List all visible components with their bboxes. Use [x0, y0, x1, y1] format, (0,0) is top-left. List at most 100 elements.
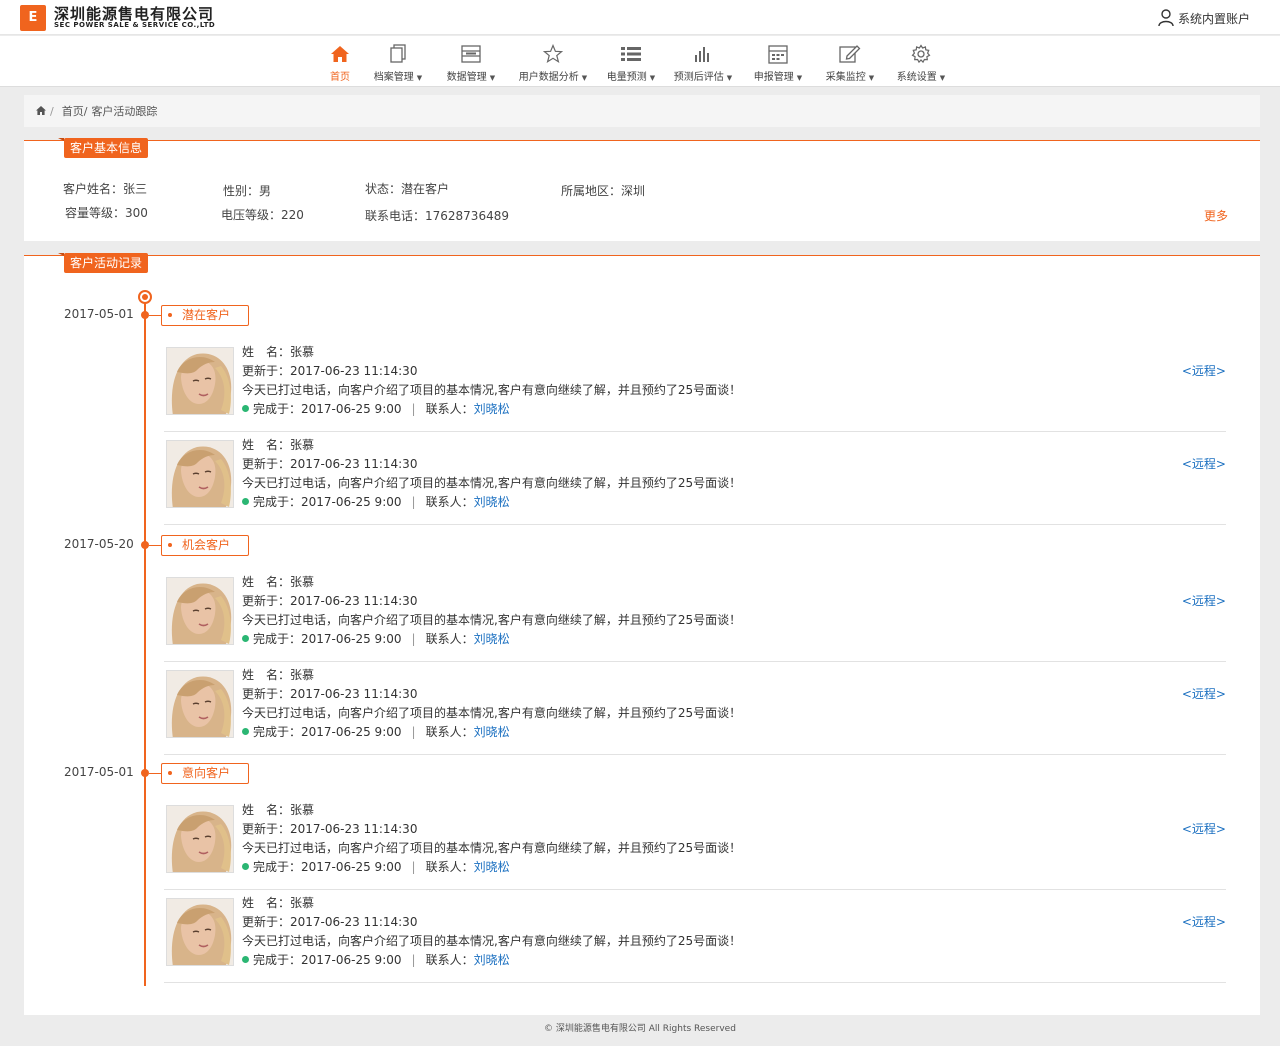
avatar [166, 805, 234, 873]
activity-entry: 姓 名：张慕 更新于：2017-06-23 11:14:30 今天已打过电话，向客户… [164, 890, 1226, 983]
company-name-en: SEC POWER SALE & SERVICE CO.,LTD [54, 21, 216, 29]
home-icon [330, 43, 350, 65]
remote-link[interactable]: <远程> [1182, 362, 1226, 379]
entry-updated: 更新于：2017-06-23 11:14:30 [242, 364, 418, 378]
entry-updated: 更新于：2017-06-23 11:14:30 [242, 915, 418, 929]
more-link[interactable]: 更多 [1204, 207, 1228, 224]
avatar [166, 577, 234, 645]
database-icon [461, 43, 481, 65]
nav-item-1[interactable]: 档案管理 ▼ [362, 36, 434, 87]
contact-label: 联系人： [425, 632, 474, 646]
nav-item-3[interactable]: 用户数据分析 ▼ [508, 36, 598, 87]
customer-gender: 性别：男 [223, 184, 272, 198]
status-dot-icon [242, 728, 249, 735]
entry-meta: 完成于：2017-06-25 9:00 | 联系人： 刘晓松 [242, 400, 510, 417]
status-dot-icon [242, 405, 249, 412]
breadcrumb: / 首页/ 客户活动跟踪 [24, 95, 1260, 127]
contact-link[interactable]: 刘晓松 [474, 630, 510, 647]
status-dot-icon [242, 635, 249, 642]
activity-date: 2017-05-01 [64, 307, 134, 321]
entry-done: 完成于：2017-06-25 9:00 [253, 953, 402, 967]
activity-entry: 姓 名：张慕 更新于：2017-06-23 11:14:30 今天已打过电话，向客户… [164, 662, 1226, 755]
entry-name: 姓 名：张慕 [242, 803, 315, 817]
avatar [166, 347, 234, 415]
avatar [166, 670, 234, 738]
customer-info-panel: 客户基本信息 客户姓名：张三 性别：男 状态：潜在客户 所属地区：深圳 容量等级… [24, 138, 1260, 241]
timeline-dot [141, 769, 149, 777]
meta-divider: | [411, 494, 416, 509]
activity-entry: 姓 名：张慕 更新于：2017-06-23 11:14:30 今天已打过电话，向客户… [164, 797, 1226, 890]
entry-name: 姓 名：张慕 [242, 438, 315, 452]
entry-name: 姓 名：张慕 [242, 896, 315, 910]
gear-icon [911, 43, 931, 65]
contact-link[interactable]: 刘晓松 [474, 951, 510, 968]
activity-entry: 姓 名：张慕更新于：2017-06-23 11:14:30 今天已打过电话，向客户… [164, 339, 1226, 432]
status-dot-icon [242, 498, 249, 505]
remote-link[interactable]: <远程> [1182, 685, 1226, 702]
timeline-connector [149, 315, 161, 316]
nav-item-7[interactable]: 采集监控 ▼ [814, 36, 886, 87]
nav-label: 系统设置 [896, 72, 937, 83]
nav-item-5[interactable]: 预测后评估 ▼ [664, 36, 742, 87]
files-icon [389, 43, 407, 65]
chevron-down-icon: ▼ [581, 74, 588, 82]
remote-link[interactable]: <远程> [1182, 913, 1226, 930]
footer: © 深圳能源售电有限公司 All Rights Reserved [544, 1024, 736, 1034]
contact-link[interactable]: 刘晓松 [474, 723, 510, 740]
nav-item-8[interactable]: 系统设置 ▼ [886, 36, 956, 87]
entry-meta: 完成于：2017-06-25 9:00 | 联系人： 刘晓松 [242, 630, 510, 647]
activity-date: 2017-05-01 [64, 765, 134, 779]
entry-description: 今天已打过电话，向客户介绍了项目的基本情况,客户有意向继续了解，并且预约了25号… [242, 383, 742, 397]
contact-link[interactable]: 刘晓松 [474, 858, 510, 875]
stage-tag: 潜在客户 [161, 305, 249, 326]
main-nav: 首页 档案管理 ▼ 数据管理 ▼ 用户数据分析 ▼ 电量预测 ▼ 预测后评估 ▼ 申报管理 ▼ 采集监控 ▼… [0, 36, 1280, 87]
edit-icon [839, 43, 861, 65]
nav-label: 用户数据分析 [518, 72, 579, 83]
contact-link[interactable]: 刘晓松 [474, 493, 510, 510]
nav-item-0[interactable]: 首页 [318, 36, 362, 87]
remote-link[interactable]: <远程> [1182, 455, 1226, 472]
stage-tag: 意向客户 [161, 763, 249, 784]
customer-status: 状态：潜在客户 [365, 182, 450, 196]
chevron-down-icon: ▼ [939, 74, 946, 82]
nav-label: 申报管理 [753, 72, 794, 83]
nav-item-4[interactable]: 电量预测 ▼ [598, 36, 664, 87]
nav-label: 档案管理 [373, 72, 414, 83]
contact-label: 联系人： [425, 725, 474, 739]
meta-divider: | [411, 724, 416, 739]
contact-link[interactable]: 刘晓松 [474, 400, 510, 417]
nav-item-2[interactable]: 数据管理 ▼ [434, 36, 508, 87]
chevron-down-icon: ▼ [868, 74, 875, 82]
remote-link[interactable]: <远程> [1182, 592, 1226, 609]
nav-label: 数据管理 [446, 72, 487, 83]
nav-item-6[interactable]: 申报管理 ▼ [742, 36, 814, 87]
customer-region: 所属地区：深圳 [561, 184, 646, 198]
entry-done: 完成于：2017-06-25 9:00 [253, 725, 402, 739]
entry-done: 完成于：2017-06-25 9:00 [253, 495, 402, 509]
nav-label: 预测后评估 [673, 72, 724, 83]
timeline-connector [149, 545, 161, 546]
entry-meta: 完成于：2017-06-25 9:00 | 联系人： 刘晓松 [242, 493, 510, 510]
bar-chart-icon [693, 43, 713, 65]
chevron-down-icon: ▼ [649, 74, 656, 82]
timeline-dot [141, 311, 149, 319]
activity-date: 2017-05-20 [64, 537, 134, 551]
entry-name: 姓 名：张慕 [242, 575, 315, 589]
breadcrumb-home[interactable]: 首页/ [62, 103, 88, 119]
chevron-down-icon: ▼ [726, 74, 733, 82]
avatar [166, 440, 234, 508]
remote-link[interactable]: <远程> [1182, 820, 1226, 837]
contact-label: 联系人： [425, 860, 474, 874]
account-name: 系统内置账户 [1177, 11, 1250, 26]
activity-entry: 姓 名：张慕 更新于：2017-06-23 11:14:30 今天已打过电话，向客户… [164, 569, 1226, 662]
home-icon[interactable] [36, 105, 46, 118]
timeline-connector [149, 773, 161, 774]
activity-entry: 姓 名：张慕 更新于：2017-06-23 11:14:30 今天已打过电话，向客户… [164, 432, 1226, 525]
list-icon [620, 43, 642, 65]
entry-description: 今天已打过电话，向客户介绍了项目的基本情况,客户有意向继续了解，并且预约了25号… [242, 841, 742, 855]
account-menu[interactable]: 系统内置账户 [1158, 9, 1250, 27]
status-dot-icon [242, 863, 249, 870]
entry-name: 姓 名：张慕 [242, 345, 315, 359]
meta-divider: | [411, 631, 416, 646]
entry-meta: 完成于：2017-06-25 9:00 | 联系人： 刘晓松 [242, 858, 510, 875]
